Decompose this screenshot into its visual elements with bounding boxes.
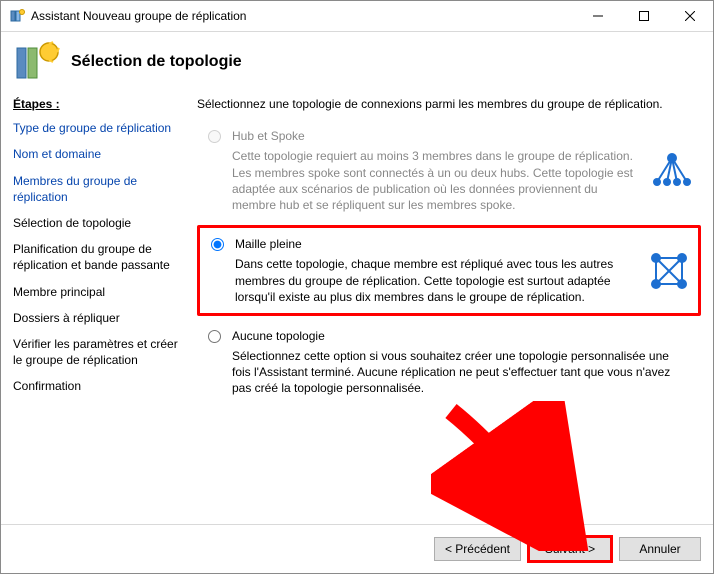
window-controls [575,1,713,31]
step-replication-type[interactable]: Type de groupe de réplication [13,120,183,136]
step-confirmation: Confirmation [13,378,183,394]
minimize-button[interactable] [575,1,621,31]
step-folders-to-replicate: Dossiers à répliquer [13,310,183,326]
option-body: Aucune topologie Sélectionnez cette opti… [232,328,695,397]
option-description: Sélectionnez cette option si vous souhai… [232,348,689,397]
header-icon [13,40,61,84]
option-description: Dans cette topologie, chaque membre est … [235,256,634,305]
wizard-footer: < Précédent Suivant > Annuler [1,524,713,573]
radio-hub-and-spoke [208,130,221,143]
radio-no-topology[interactable] [208,330,221,343]
cancel-button[interactable]: Annuler [619,537,701,561]
option-hub-and-spoke: Hub et Spoke Cette topologie requiert au… [197,120,701,221]
title-left: Assistant Nouveau groupe de réplication [9,8,246,24]
step-primary-member: Membre principal [13,284,183,300]
step-schedule-bandwidth: Planification du groupe de réplication e… [13,241,183,273]
option-body: Maille pleine Dans cette topologie, chaq… [235,236,692,305]
close-button[interactable] [667,1,713,31]
option-body: Hub et Spoke Cette topologie requiert au… [232,128,695,213]
intro-text: Sélectionnez une topologie de connexions… [197,96,701,112]
wizard-window: Assistant Nouveau groupe de réplication … [0,0,714,574]
step-topology-selection[interactable]: Sélection de topologie [13,215,183,231]
option-label: Aucune topologie [232,328,695,344]
wizard-body: Étapes : Type de groupe de réplication N… [1,92,713,524]
option-description: Cette topologie requiert au moins 3 memb… [232,148,637,213]
wizard-content: Sélectionnez une topologie de connexions… [189,96,701,516]
hub-and-spoke-icon [649,148,695,194]
option-full-mesh[interactable]: Maille pleine Dans cette topologie, chaq… [197,225,701,316]
previous-button[interactable]: < Précédent [434,537,521,561]
radio-full-mesh[interactable] [211,238,224,251]
option-no-topology[interactable]: Aucune topologie Sélectionnez cette opti… [197,320,701,405]
window-title: Assistant Nouveau groupe de réplication [31,9,246,23]
step-review-create: Vérifier les paramètres et créer le grou… [13,336,183,368]
option-label: Hub et Spoke [232,128,643,144]
steps-heading: Étapes : [13,96,183,112]
title-bar: Assistant Nouveau groupe de réplication [1,1,713,32]
page-title: Sélection de topologie [71,53,242,71]
steps-sidebar: Étapes : Type de groupe de réplication N… [13,96,189,516]
page-header: Sélection de topologie [1,32,713,92]
maximize-button[interactable] [621,1,667,31]
app-icon [9,8,25,24]
step-group-members[interactable]: Membres du groupe de réplication [13,173,183,205]
next-button[interactable]: Suivant > [529,537,611,561]
step-name-domain[interactable]: Nom et domaine [13,146,183,162]
full-mesh-icon [646,248,692,294]
option-label: Maille pleine [235,236,640,252]
